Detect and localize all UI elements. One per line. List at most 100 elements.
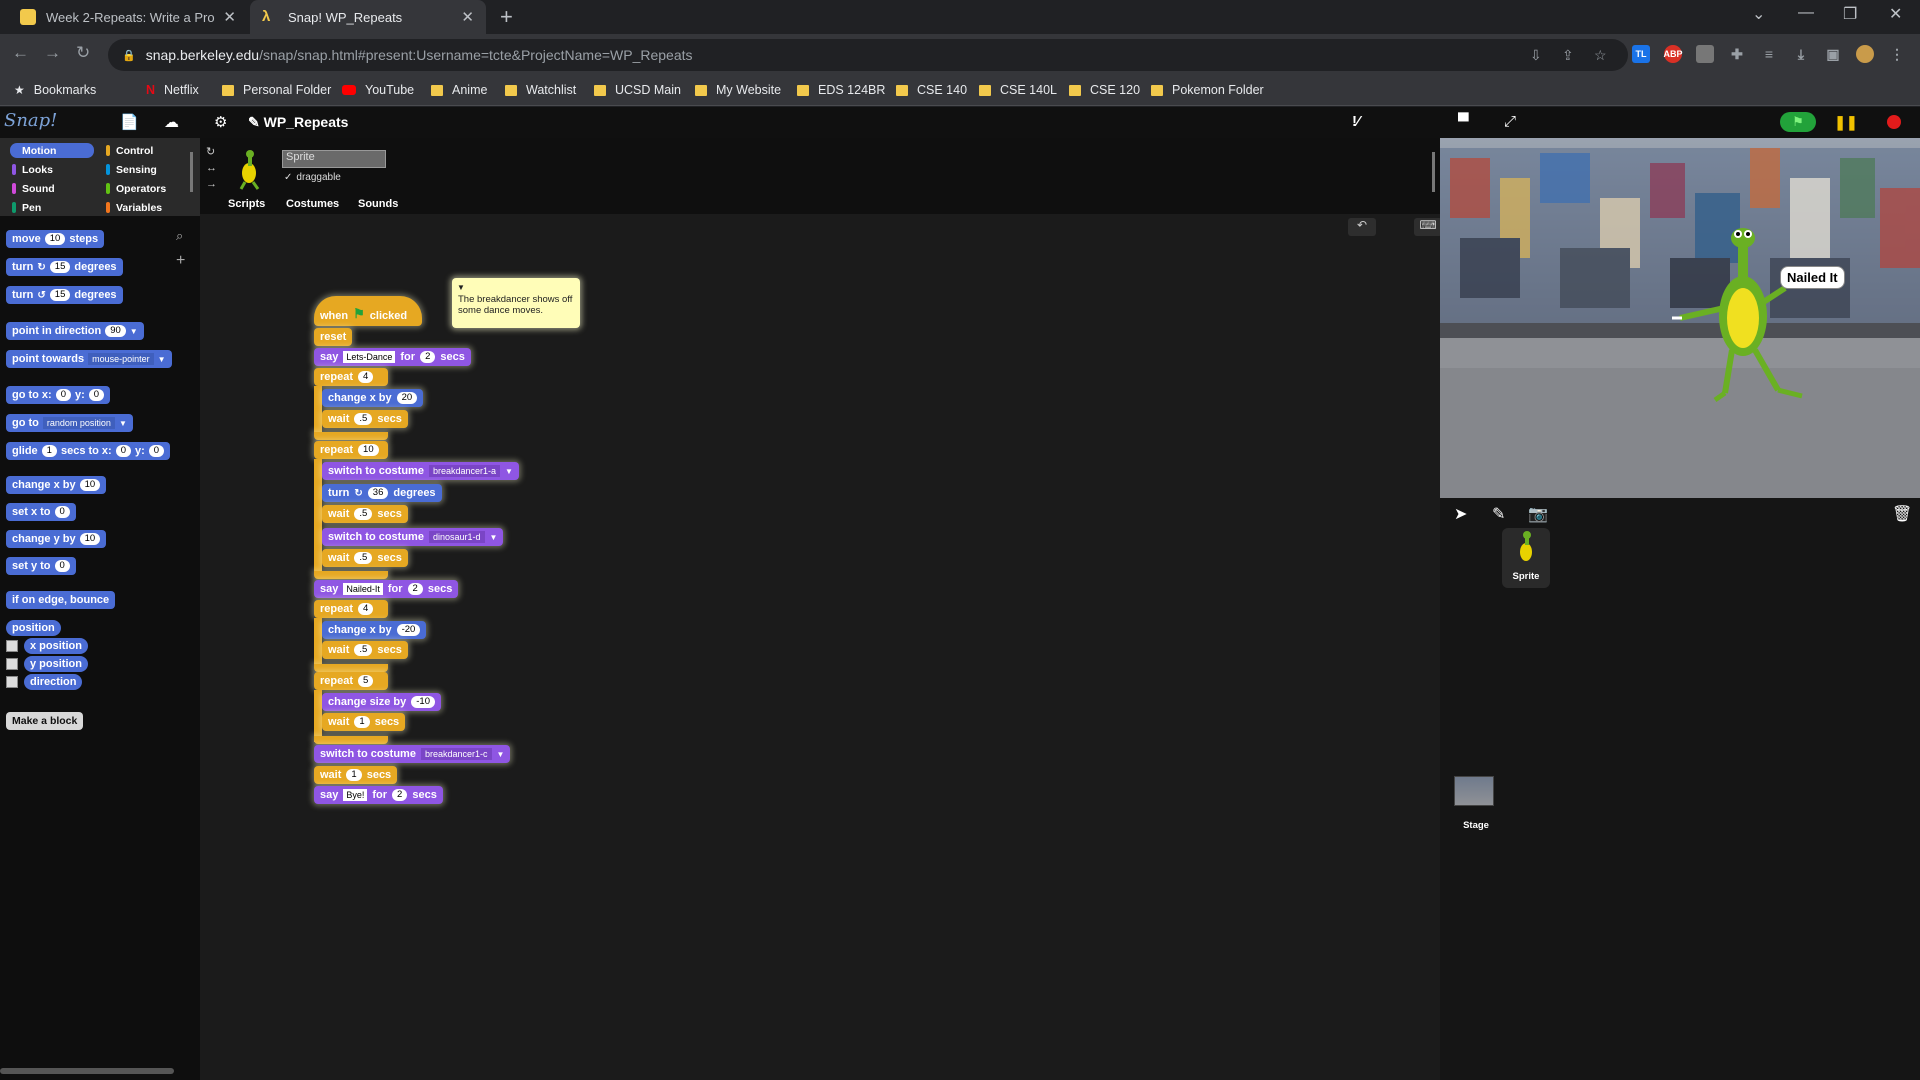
block-wait[interactable]: wait .5 secs	[322, 549, 408, 567]
bookmark-item[interactable]: YouTube	[342, 83, 414, 97]
unsaved-warning-icon[interactable]: !⁄	[1352, 113, 1360, 130]
corral-stage-item[interactable]: Stage	[1454, 776, 1498, 832]
block-bounce[interactable]: if on edge, bounce	[6, 591, 116, 609]
stage[interactable]: Nailed It	[1440, 138, 1920, 498]
settings-gear-icon[interactable]: ⚙	[214, 113, 227, 131]
bookmark-item[interactable]: CSE 140L	[979, 83, 1057, 97]
window-close-icon[interactable]: ✕	[1889, 4, 1902, 24]
menu-icon[interactable]: ⋮	[1888, 45, 1906, 63]
draggable-checkbox[interactable]: ✓ draggable	[284, 172, 341, 183]
search-icon[interactable]: ⌕	[176, 228, 183, 244]
block-wait[interactable]: wait .5 secs	[322, 410, 408, 428]
puzzle-icon[interactable]: ✚	[1728, 45, 1746, 63]
bookmark-item[interactable]: Personal Folder	[222, 83, 331, 97]
palette-scrollbar[interactable]	[0, 1068, 174, 1074]
scripting-area[interactable]: ↶ ⌨ ▼ The breakdancer shows off some dan…	[200, 214, 1442, 1080]
address-bar[interactable]: 🔒 snap.berkeley.edu/snap/snap.html#prese…	[108, 39, 1628, 71]
add-block-icon[interactable]: +	[176, 252, 185, 270]
bookmark-item[interactable]: N Netflix	[146, 83, 199, 97]
bookmark-item[interactable]: Watchlist	[505, 83, 576, 97]
bookmark-item[interactable]: EDS 124BR	[797, 83, 885, 97]
sprite-name-field[interactable]: Sprite	[282, 150, 386, 168]
block-change-x[interactable]: change x by -20	[322, 621, 427, 639]
block-repeat[interactable]: repeat 10	[314, 441, 388, 459]
block-change-y[interactable]: change y by 10	[6, 530, 107, 548]
block-switch-costume[interactable]: switch to costume breakdancer1-a ▼	[322, 462, 519, 480]
restore-icon[interactable]: ❐	[1843, 4, 1857, 24]
share-icon[interactable]: ⇪	[1562, 47, 1574, 64]
block-point-direction[interactable]: point in direction 90 ▼	[6, 322, 144, 340]
tab-scripts[interactable]: Scripts	[228, 198, 265, 210]
category-operators[interactable]: Operators	[104, 181, 188, 196]
block-turn-ccw[interactable]: turn ↺ 15 degrees	[6, 286, 123, 304]
block-switch-costume[interactable]: switch to costume breakdancer1-c ▼	[314, 745, 511, 763]
category-variables[interactable]: Variables	[104, 200, 188, 215]
block-wait[interactable]: wait .5 secs	[322, 505, 408, 523]
category-scrollbar[interactable]	[190, 152, 193, 192]
block-wait[interactable]: wait .5 secs	[322, 641, 408, 659]
tab-costumes[interactable]: Costumes	[286, 198, 339, 210]
back-icon[interactable]: ←	[12, 43, 29, 63]
paint-brush-icon[interactable]: ✎	[1492, 504, 1505, 524]
block-goto-xy[interactable]: go to x: 0 y: 0	[6, 386, 111, 404]
file-icon[interactable]: 📄	[120, 113, 139, 131]
block-move[interactable]: move 10 steps	[6, 230, 105, 248]
block-set-x[interactable]: set x to 0	[6, 503, 76, 521]
cloud-icon[interactable]: ☁	[164, 113, 179, 131]
block-reset[interactable]: reset	[314, 328, 353, 346]
avatar[interactable]	[1856, 45, 1874, 63]
block-repeat[interactable]: repeat 5	[314, 672, 388, 690]
block-direction[interactable]: direction	[24, 674, 83, 690]
minimize-icon[interactable]: —	[1798, 4, 1814, 22]
media-icon[interactable]: ≡	[1760, 45, 1778, 63]
green-flag-button[interactable]: ⚑	[1780, 112, 1816, 132]
bookmark-item[interactable]: ★ Bookmarks	[14, 83, 96, 97]
block-x-position[interactable]: x position	[24, 638, 88, 654]
tab-sounds[interactable]: Sounds	[358, 198, 398, 210]
block-glide[interactable]: glide 1 secs to x: 0 y: 0	[6, 442, 171, 460]
tab-snap[interactable]: λ Snap! WP_Repeats ✕	[250, 0, 486, 34]
checkbox-y-position[interactable]	[6, 658, 18, 670]
close-icon[interactable]: ✕	[461, 8, 474, 26]
tab-week2[interactable]: Week 2-Repeats: Write a Progra ✕	[8, 0, 248, 34]
block-turn-cw[interactable]: turn ↻ 15 degrees	[6, 258, 123, 276]
pane-divider[interactable]	[1432, 152, 1435, 192]
fullscreen-icon[interactable]: ⤢	[1504, 113, 1516, 130]
make-a-block-button[interactable]: Make a block	[6, 712, 84, 730]
snap-logo[interactable]: Snap!	[4, 110, 57, 131]
keyboard-icon[interactable]: ⌨	[1414, 218, 1442, 236]
bookmark-item[interactable]: CSE 120	[1069, 83, 1140, 97]
block-change-x[interactable]: change x by 20	[322, 389, 424, 407]
block-set-y[interactable]: set y to 0	[6, 557, 76, 575]
tab-search-icon[interactable]: ⌄	[1752, 4, 1765, 24]
checkbox-x-position[interactable]	[6, 640, 18, 652]
forward-icon[interactable]: →	[44, 43, 61, 63]
collapse-triangle-icon[interactable]: ▼	[457, 282, 465, 293]
checkbox-direction[interactable]	[6, 676, 18, 688]
download-icon[interactable]: ⤓	[1792, 45, 1810, 63]
stop-button[interactable]	[1876, 112, 1912, 132]
bookmark-star-icon[interactable]: ☆	[1594, 47, 1607, 64]
block-change-x[interactable]: change x by 10	[6, 476, 107, 494]
block-turn[interactable]: turn ↻ 36 degrees	[322, 484, 442, 502]
bookmark-item[interactable]: CSE 140	[896, 83, 967, 97]
block-switch-costume[interactable]: switch to costume dinosaur1-d ▼	[322, 528, 504, 546]
category-control[interactable]: Control	[104, 143, 188, 158]
bookmark-item[interactable]: My Website	[695, 83, 781, 97]
category-motion[interactable]: Motion	[10, 143, 94, 158]
block-y-position[interactable]: y position	[24, 656, 88, 672]
block-wait[interactable]: wait 1 secs	[314, 766, 398, 784]
sidepanel-icon[interactable]: ▣	[1824, 45, 1842, 63]
reload-icon[interactable]: ↻	[76, 43, 90, 63]
category-pen[interactable]: Pen	[10, 200, 94, 215]
install-icon[interactable]: ⇩	[1530, 47, 1542, 64]
bookmark-item[interactable]: Pokemon Folder	[1151, 83, 1264, 97]
stage-size-icon[interactable]: ▀	[1458, 113, 1469, 130]
block-change-size[interactable]: change size by -10	[322, 693, 441, 711]
undo-icon[interactable]: ↶	[1348, 218, 1376, 236]
block-goto[interactable]: go to random position ▼	[6, 414, 133, 432]
block-repeat[interactable]: repeat 4	[314, 600, 388, 618]
block-say-for-secs[interactable]: say Lets-Dance for 2 secs	[314, 348, 471, 366]
script-comment[interactable]: ▼ The breakdancer shows off some dance m…	[452, 278, 580, 328]
extension-tl-icon[interactable]: TL	[1632, 45, 1650, 63]
